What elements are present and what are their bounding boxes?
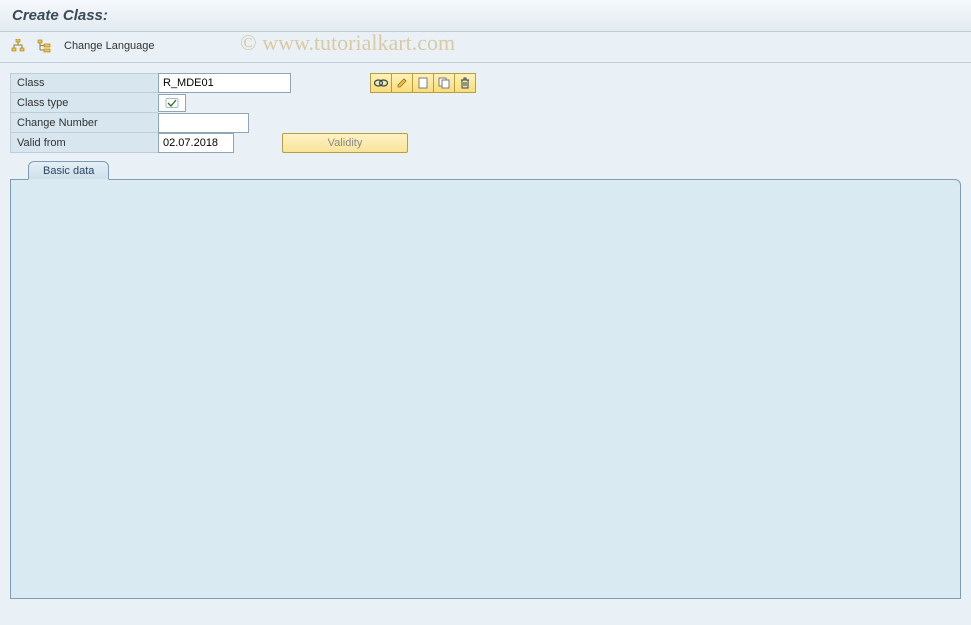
action-icon-group: [370, 73, 476, 93]
title-bar: Create Class:: [0, 0, 971, 32]
row-class-type: Class type: [10, 93, 961, 113]
tab-host: Basic data: [10, 179, 961, 599]
valid-from-input[interactable]: [158, 133, 234, 153]
label-change-number: Change Number: [10, 113, 158, 133]
structure-icon[interactable]: [34, 36, 54, 56]
display-button[interactable]: [370, 73, 392, 93]
validity-button[interactable]: Validity: [282, 133, 408, 153]
tab-panel-basic-data: [10, 179, 961, 599]
delete-button[interactable]: [454, 73, 476, 93]
change-number-input[interactable]: [158, 113, 249, 133]
page-title: Create Class:: [12, 7, 959, 24]
row-valid-from: Valid from Validity: [10, 133, 961, 153]
form-area: Class Class type Change Number Valid fro…: [0, 63, 971, 153]
label-valid-from: Valid from: [10, 133, 158, 153]
create-button[interactable]: [412, 73, 434, 93]
change-language-button[interactable]: Change Language: [60, 40, 159, 52]
class-type-selector[interactable]: [158, 94, 186, 112]
toolbar: Change Language: [0, 32, 971, 63]
label-class: Class: [10, 73, 158, 93]
class-input[interactable]: [158, 73, 291, 93]
label-class-type: Class type: [10, 93, 158, 113]
dropdown-check-icon: [165, 98, 179, 108]
edit-button[interactable]: [391, 73, 413, 93]
tab-basic-data[interactable]: Basic data: [28, 161, 109, 180]
copy-button[interactable]: [433, 73, 455, 93]
row-change-number: Change Number: [10, 113, 961, 133]
row-class: Class: [10, 73, 961, 93]
tree-icon[interactable]: [8, 36, 28, 56]
